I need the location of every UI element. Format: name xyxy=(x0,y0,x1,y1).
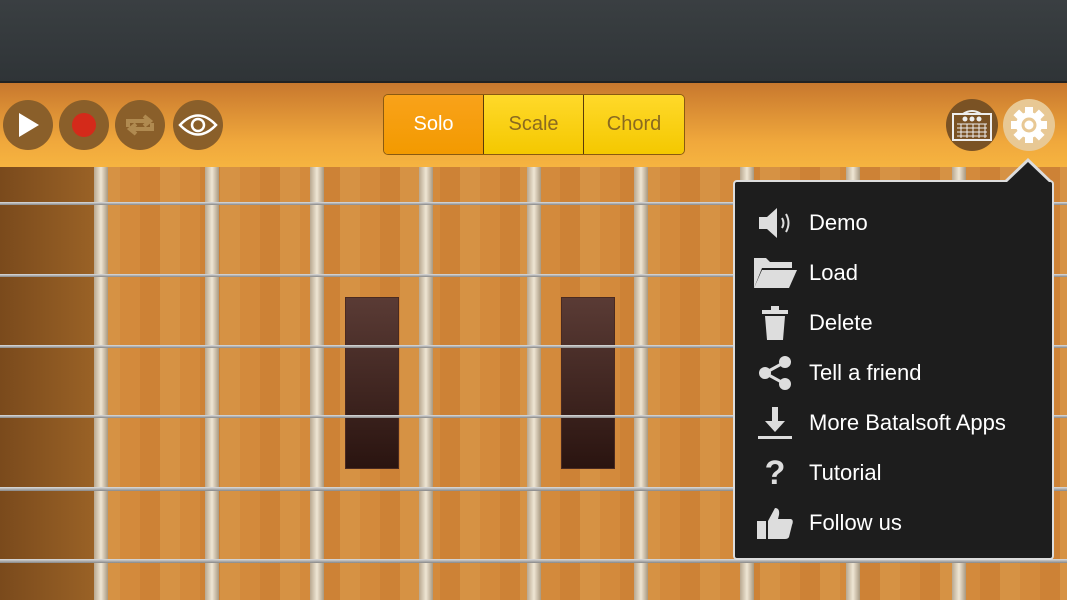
top-bar xyxy=(0,0,1067,83)
amplifier-icon xyxy=(952,110,992,141)
loop-button[interactable] xyxy=(115,100,165,150)
menu-item-delete[interactable]: Delete xyxy=(751,298,1051,348)
menu-item-tutorial[interactable]: ? Tutorial xyxy=(751,448,1051,498)
menu-item-more-apps[interactable]: More Batalsoft Apps xyxy=(751,398,1051,448)
mode-selector: Solo Scale Chord xyxy=(383,94,685,155)
question-icon: ? xyxy=(764,453,786,492)
mode-scale[interactable]: Scale xyxy=(484,95,584,154)
trash-icon xyxy=(751,303,799,343)
eye-icon xyxy=(178,114,218,136)
fret xyxy=(527,167,541,600)
fret-inlay xyxy=(561,297,615,469)
settings-button[interactable] xyxy=(1003,99,1055,151)
record-button[interactable] xyxy=(59,100,109,150)
fret xyxy=(205,167,219,600)
mode-solo[interactable]: Solo xyxy=(384,95,484,154)
view-button[interactable] xyxy=(173,100,223,150)
fret xyxy=(94,167,108,600)
menu-item-demo[interactable]: Demo xyxy=(751,198,1051,248)
fret xyxy=(419,167,433,600)
menu-pointer-inner xyxy=(1006,162,1050,183)
fret xyxy=(634,167,648,600)
gear-icon xyxy=(1011,107,1047,143)
record-icon xyxy=(72,113,96,137)
amp-button[interactable] xyxy=(946,99,998,151)
fret xyxy=(310,167,324,600)
speaker-icon xyxy=(751,203,799,243)
share-icon xyxy=(751,353,799,393)
thumbs-up-icon xyxy=(751,503,799,543)
download-icon xyxy=(751,403,799,443)
folder-icon xyxy=(751,253,799,293)
mode-chord[interactable]: Chord xyxy=(584,95,684,154)
loop-icon xyxy=(126,114,154,136)
menu-item-tell-a-friend[interactable]: Tell a friend xyxy=(751,348,1051,398)
menu-item-follow-us[interactable]: Follow us xyxy=(751,498,1051,548)
settings-menu: Demo Load Delete Tell a friend More Bata… xyxy=(733,180,1054,560)
play-button[interactable] xyxy=(3,100,53,150)
play-icon xyxy=(19,113,39,137)
fret-inlay xyxy=(345,297,399,469)
menu-item-load[interactable]: Load xyxy=(751,248,1051,298)
nut xyxy=(0,167,95,600)
